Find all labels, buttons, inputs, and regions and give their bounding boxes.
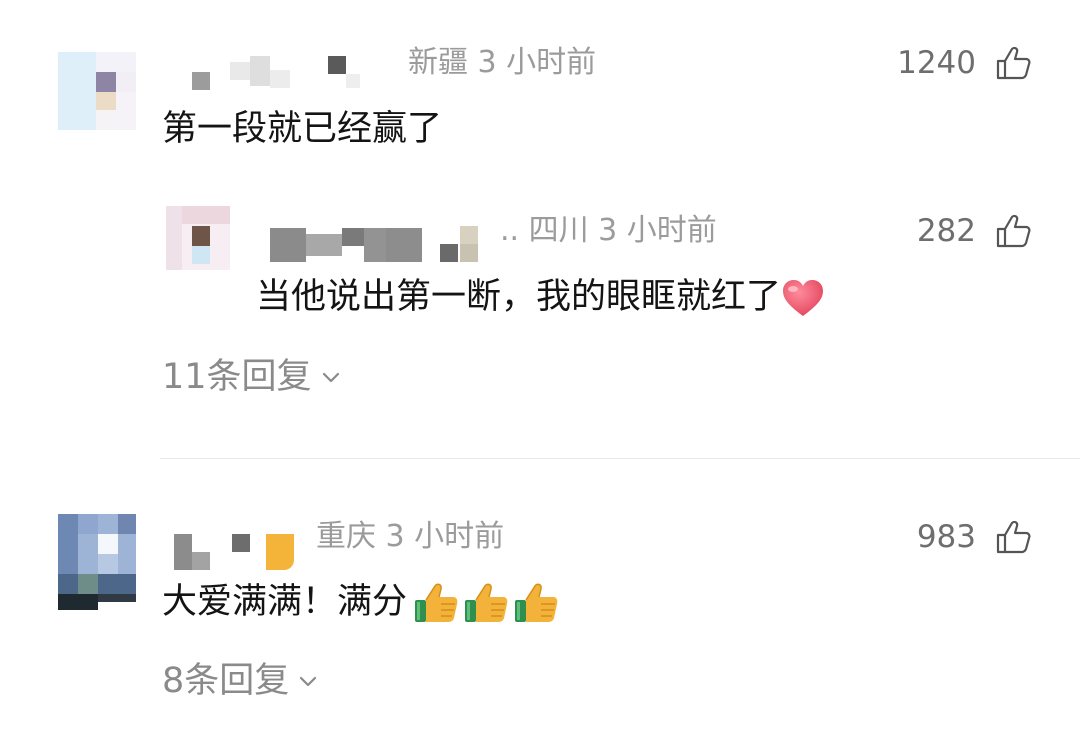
comment-text: 大爱满满！满分 (162, 582, 408, 622)
reply-avatar[interactable] (166, 206, 230, 270)
reply-like-count: 282 (916, 213, 976, 249)
emoji-group (407, 582, 559, 622)
comment-time: 3 小时前 (385, 519, 505, 554)
heart-emoji (783, 280, 824, 316)
comment-location: 重庆 (316, 519, 376, 554)
comment-meta: 新疆 3 小时前 (408, 48, 596, 78)
comment-time: 3 小时前 (477, 45, 597, 80)
comment-text-row: 大爱满满！满分 (162, 582, 559, 624)
view-replies-label: 11条回复 (162, 357, 312, 397)
reply-time: 3 小时前 (598, 213, 717, 248)
thumbs-up-emoji (415, 583, 458, 622)
thumbs-up-emoji (465, 583, 508, 622)
like-count: 983 (916, 519, 976, 555)
comment-text: 第一段就已经赢了 (162, 109, 443, 149)
reply-location: 四川 (528, 213, 589, 248)
avatar[interactable] (58, 514, 136, 610)
thumbs-up-outline-icon[interactable] (994, 212, 1032, 250)
reply-text: 当他说出第一断，我的眼眶就红了 (256, 277, 782, 317)
chevron-down-icon (300, 676, 317, 686)
chevron-down-icon (322, 372, 339, 382)
avatar[interactable] (58, 52, 136, 130)
reply-text-row: 当他说出第一断，我的眼眶就红了 (256, 278, 825, 318)
view-replies-button[interactable]: 8条回复 (162, 664, 317, 699)
reply-username-tail: .. (500, 213, 520, 248)
thumbs-up-outline-icon[interactable] (994, 518, 1032, 556)
view-replies-button[interactable]: 11条回复 (162, 360, 340, 395)
divider (160, 458, 1080, 459)
comment-meta: 重庆 3 小时前 (316, 522, 504, 552)
reply-meta: .. 四川 3 小时前 (500, 216, 717, 246)
view-replies-label: 8条回复 (162, 661, 290, 701)
like-count: 1240 (897, 45, 976, 81)
comment-location: 新疆 (408, 45, 468, 80)
thumbs-up-outline-icon[interactable] (994, 44, 1032, 82)
thumbs-up-emoji (515, 583, 558, 622)
